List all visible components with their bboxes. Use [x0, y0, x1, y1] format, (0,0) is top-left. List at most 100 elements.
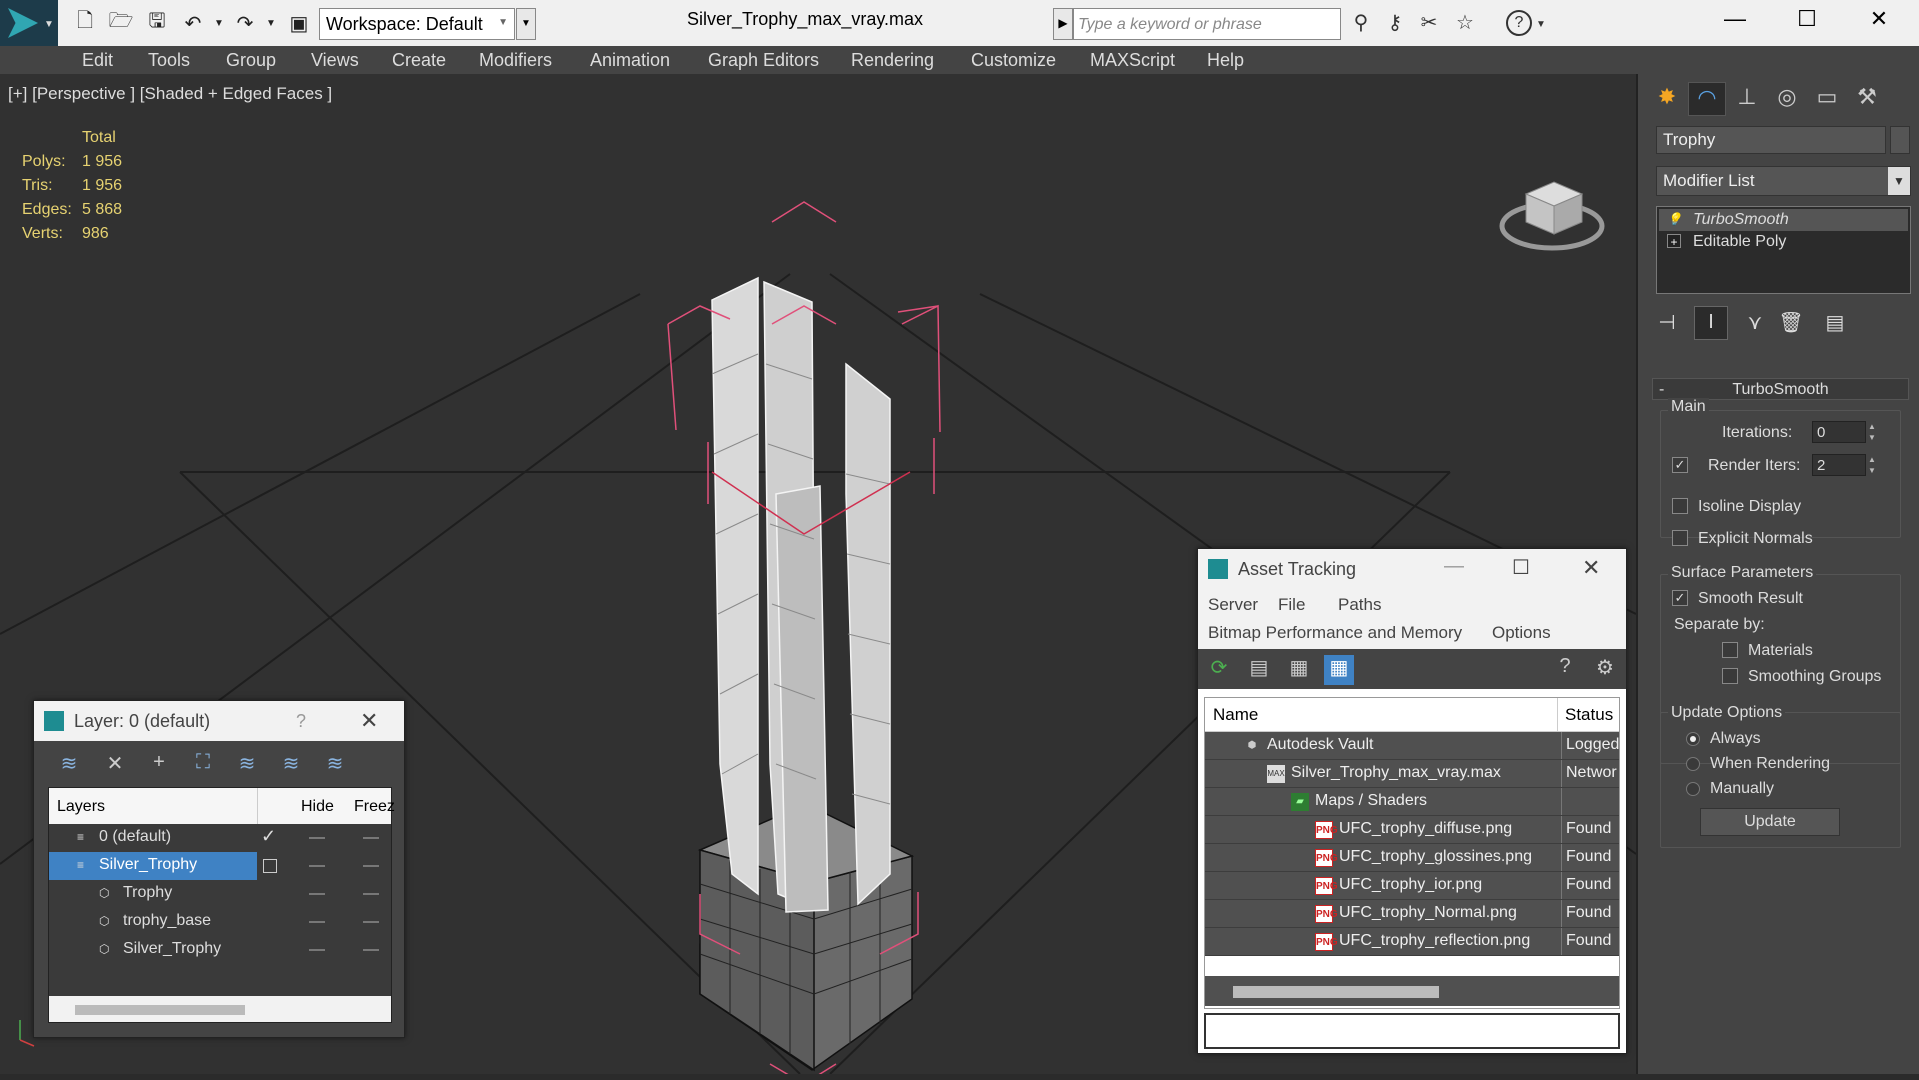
manually-radio[interactable]: [1686, 782, 1700, 796]
hide-toggle[interactable]: [309, 865, 325, 867]
horizontal-scrollbar[interactable]: [1205, 976, 1619, 1006]
asset-path-field[interactable]: [1204, 1013, 1620, 1049]
menu-tools[interactable]: Tools: [148, 50, 190, 71]
menu-modifiers[interactable]: Modifiers: [479, 50, 552, 71]
asset-row[interactable]: PNG UFC_trophy_reflection.png Found: [1205, 928, 1619, 956]
freeze-layers-icon[interactable]: ≋: [318, 751, 352, 781]
undo-icon[interactable]: ↶: [180, 10, 206, 36]
smooth-result-checkbox[interactable]: ✓: [1672, 590, 1688, 606]
menu-animation[interactable]: Animation: [590, 50, 670, 71]
show-end-result-icon[interactable]: I: [1694, 306, 1728, 340]
asset-row[interactable]: PNG UFC_trophy_Normal.png Found: [1205, 900, 1619, 928]
refresh-icon[interactable]: ⟳: [1204, 655, 1234, 685]
settings-icon[interactable]: ⚙: [1590, 655, 1620, 685]
render-iters-checkbox[interactable]: ✓: [1672, 457, 1688, 473]
minimize-button[interactable]: —: [1700, 0, 1770, 40]
menu-customize[interactable]: Customize: [971, 50, 1056, 71]
menu-graph-editors[interactable]: Graph Editors: [708, 50, 819, 71]
new-file-icon[interactable]: 🗋: [72, 10, 98, 36]
favorites-star-icon[interactable]: ☆: [1450, 10, 1480, 38]
close-button[interactable]: ✕: [1844, 0, 1914, 40]
column-layers[interactable]: Layers: [57, 798, 105, 816]
help-icon[interactable]: ?: [296, 711, 306, 732]
tree-view-icon[interactable]: ▦: [1284, 655, 1314, 685]
asset-row[interactable]: MAX Silver_Trophy_max_vray.max Networ: [1205, 760, 1619, 788]
column-hide[interactable]: Hide: [301, 798, 334, 816]
motion-tab-icon[interactable]: ◎: [1768, 82, 1806, 116]
stack-item-editable-poly[interactable]: + Editable Poly: [1659, 231, 1908, 253]
asset-row[interactable]: ⬢ Autodesk Vault Logged: [1205, 732, 1619, 760]
search-input[interactable]: Type a keyword or phrase: [1073, 8, 1341, 40]
layer-row[interactable]: ≡ 0 (default) ✓: [49, 824, 391, 852]
turbosmooth-rollout-header[interactable]: - TurboSmooth: [1652, 378, 1909, 400]
freeze-toggle[interactable]: [363, 837, 379, 839]
hide-layers-icon[interactable]: ≋: [274, 751, 308, 781]
viewport-label-menu[interactable]: [+] [Perspective ] [Shaded + Edged Faces…: [8, 84, 332, 104]
hierarchy-tab-icon[interactable]: ⊥: [1728, 82, 1766, 116]
freeze-toggle[interactable]: [363, 949, 379, 951]
close-icon[interactable]: ✕: [1582, 555, 1600, 581]
layer-row[interactable]: ⬡ Trophy: [49, 880, 391, 908]
layer-row[interactable]: ⊟ ≡ Silver_Trophy: [49, 852, 391, 880]
project-folder-icon[interactable]: ▣: [286, 10, 312, 36]
stack-item-turbosmooth[interactable]: 💡 TurboSmooth: [1659, 209, 1908, 231]
layer-row[interactable]: ⬡ trophy_base: [49, 908, 391, 936]
highlight-layer-icon[interactable]: ≋: [230, 751, 264, 781]
layer-row[interactable]: ⬡ Silver_Trophy: [49, 936, 391, 964]
column-freeze[interactable]: Freez: [354, 798, 395, 816]
modifier-list-dropdown[interactable]: Modifier List ▼: [1656, 166, 1911, 196]
asset-window-titlebar[interactable]: Asset Tracking — ☐ ✕: [1198, 549, 1626, 589]
new-layer-icon[interactable]: ≋: [52, 751, 86, 781]
maximize-icon[interactable]: ☐: [1512, 555, 1530, 580]
horizontal-scrollbar[interactable]: [49, 996, 391, 1022]
workspace-dropdown[interactable]: Workspace: Default ▼: [319, 8, 515, 40]
workspace-extra-dropdown[interactable]: ▼: [516, 8, 536, 40]
column-status[interactable]: Status: [1565, 705, 1613, 725]
modify-tab-icon[interactable]: ◠: [1688, 82, 1726, 116]
save-file-icon[interactable]: 🖫: [144, 10, 170, 36]
checkmark-icon[interactable]: ✓: [261, 826, 276, 847]
add-to-layer-icon[interactable]: +: [142, 751, 176, 781]
object-color-swatch[interactable]: [1890, 126, 1910, 154]
menu-group[interactable]: Group: [226, 50, 276, 71]
asset-row[interactable]: ▰ Maps / Shaders: [1205, 788, 1619, 816]
remove-modifier-icon[interactable]: 🗑: [1774, 306, 1808, 340]
menu-server[interactable]: Server: [1208, 595, 1258, 615]
table-view-icon[interactable]: ▦: [1324, 655, 1354, 685]
undo-dropdown-icon[interactable]: ▼: [206, 10, 232, 36]
layer-window-titlebar[interactable]: Layer: 0 (default) ? ✕: [34, 701, 404, 741]
iterations-spinner-arrows[interactable]: ▲ ▼: [1866, 421, 1878, 443]
pin-stack-icon[interactable]: ⊣: [1650, 306, 1684, 340]
freeze-toggle[interactable]: [363, 865, 379, 867]
hide-toggle[interactable]: [309, 949, 325, 951]
create-tab-icon[interactable]: ✸: [1648, 82, 1686, 116]
column-name[interactable]: Name: [1213, 705, 1258, 725]
menu-create[interactable]: Create: [392, 50, 446, 71]
menu-edit[interactable]: Edit: [82, 50, 113, 71]
render-iters-spinner-arrows[interactable]: ▲ ▼: [1866, 454, 1878, 476]
iterations-input[interactable]: 0: [1812, 421, 1866, 443]
explicit-normals-checkbox[interactable]: [1672, 530, 1688, 546]
viewcube[interactable]: [1499, 181, 1605, 251]
select-objects-icon[interactable]: ⛶: [186, 751, 220, 781]
menu-rendering[interactable]: Rendering: [851, 50, 934, 71]
open-file-icon[interactable]: 🗁: [108, 10, 134, 36]
utilities-tab-icon[interactable]: ⚒: [1848, 82, 1886, 116]
smoothing-groups-checkbox[interactable]: [1722, 668, 1738, 684]
scrollbar-thumb[interactable]: [1233, 986, 1439, 998]
key-icon[interactable]: ⚷: [1380, 10, 1410, 38]
hide-toggle[interactable]: [309, 837, 325, 839]
menu-maxscript[interactable]: MAXScript: [1090, 50, 1175, 71]
asset-row[interactable]: PNG UFC_trophy_glossines.png Found: [1205, 844, 1619, 872]
freeze-toggle[interactable]: [363, 921, 379, 923]
delete-layer-icon[interactable]: ✕: [98, 751, 132, 781]
isoline-display-checkbox[interactable]: [1672, 498, 1688, 514]
trophy-model[interactable]: [697, 276, 915, 1072]
scrollbar-thumb[interactable]: [75, 1005, 245, 1015]
menu-bitmap-performance[interactable]: Bitmap Performance and Memory: [1208, 623, 1462, 643]
make-unique-icon[interactable]: ⋎: [1738, 306, 1772, 340]
always-radio[interactable]: [1686, 732, 1700, 746]
list-view-icon[interactable]: ▤: [1244, 655, 1274, 685]
current-layer-box[interactable]: [263, 859, 277, 873]
exchange-icon[interactable]: ✂: [1414, 10, 1444, 38]
